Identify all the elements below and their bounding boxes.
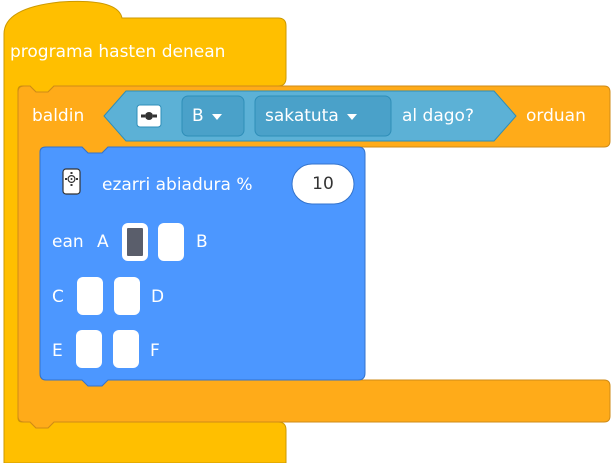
port-a-toggle[interactable]	[122, 223, 148, 261]
motor-icon	[62, 168, 81, 195]
button-dropdown[interactable]: B	[192, 105, 222, 127]
port-label-d: D	[151, 287, 165, 307]
hat-block-label: programa hasten denean	[10, 42, 226, 62]
controller-icon	[136, 104, 162, 128]
port-label-e: E	[52, 341, 63, 361]
if-label: baldin	[32, 106, 85, 126]
ports-label: ean	[52, 232, 84, 252]
port-c-toggle[interactable]	[77, 277, 103, 315]
chevron-down-icon	[346, 114, 357, 120]
speed-input[interactable]: 10	[292, 173, 354, 195]
port-f-toggle[interactable]	[113, 330, 139, 368]
port-label-f: F	[150, 341, 160, 361]
chevron-down-icon	[211, 114, 222, 120]
port-b-toggle[interactable]	[158, 223, 184, 261]
then-label: orduan	[526, 106, 586, 126]
port-label-a: A	[97, 232, 109, 252]
button-dropdown-value: B	[192, 106, 204, 126]
port-d-toggle[interactable]	[114, 277, 140, 315]
port-label-c: C	[52, 287, 64, 307]
port-label-b: B	[196, 232, 208, 252]
state-dropdown[interactable]: sakatuta	[265, 105, 357, 127]
condition-suffix: al dago?	[402, 106, 474, 126]
block-canvas	[3, 0, 611, 463]
port-e-toggle[interactable]	[76, 330, 102, 368]
state-dropdown-value: sakatuta	[265, 106, 339, 126]
motor-block-label: ezarri abiadura %	[102, 175, 253, 195]
